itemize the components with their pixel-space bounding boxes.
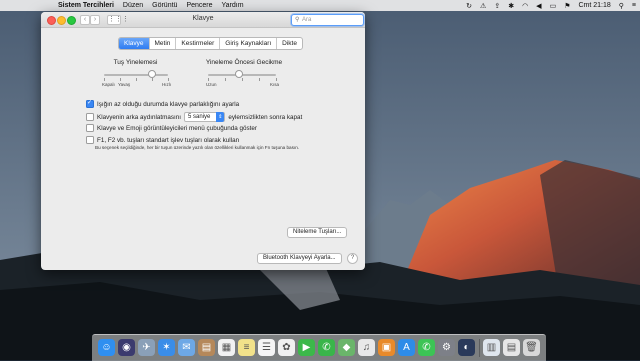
menu-help[interactable]: Yardım bbox=[222, 2, 244, 9]
brightness-checkbox[interactable] bbox=[86, 99, 94, 108]
backlight-option[interactable]: Klavyenin arka aydınlatmasını 5 saniye ⇕… bbox=[86, 112, 302, 122]
emoji-viewer-label: Klavye ve Emoji görüntüleyicileri menü ç… bbox=[97, 124, 257, 132]
search-icon: ⚲ bbox=[295, 17, 300, 23]
key-repeat-label-off: Kapalı bbox=[102, 82, 115, 87]
tab-dictation[interactable]: Dikte bbox=[277, 38, 302, 49]
key-repeat-tick bbox=[168, 78, 169, 81]
fn-keys-checkbox[interactable] bbox=[86, 136, 94, 144]
brightness-label: Işığın az olduğu durumda klavye parlaklı… bbox=[97, 100, 240, 108]
dock-separator bbox=[479, 339, 480, 357]
repeat-delay-label-short: Kısa bbox=[270, 82, 280, 87]
tab-input-sources[interactable]: Giriş Kaynakları bbox=[220, 38, 278, 49]
dock-ibooks-icon[interactable]: ▣ bbox=[378, 339, 395, 356]
window-titlebar: ‹ › ⋮⋮⋮ Klavye ⚲ Ara bbox=[41, 12, 365, 28]
dock-contacts-icon[interactable]: ▤ bbox=[198, 339, 215, 356]
backlight-timeout-value: 5 saniye bbox=[188, 114, 211, 120]
dock-safari-icon[interactable]: ✶ bbox=[158, 339, 175, 356]
bluetooth-keyboard-setup-button[interactable]: Bluetooth Klavyeyi Ayarla... bbox=[257, 253, 342, 264]
key-repeat-tick bbox=[152, 78, 153, 81]
menu-view[interactable]: Görüntü bbox=[152, 2, 177, 9]
alert-icon[interactable]: ⚠ bbox=[480, 2, 486, 10]
help-button[interactable]: ? bbox=[347, 253, 358, 264]
repeat-delay-control: Yineleme Öncesi Gecikme bbox=[204, 59, 284, 66]
repeat-delay-tick bbox=[208, 78, 209, 81]
tab-text[interactable]: Metin bbox=[150, 38, 177, 49]
key-repeat-tick bbox=[104, 78, 105, 81]
key-repeat-slider-knob[interactable] bbox=[148, 70, 156, 78]
key-repeat-label-slow: Yavaş bbox=[118, 82, 131, 87]
emoji-viewer-option[interactable]: Klavye ve Emoji görüntüleyicileri menü ç… bbox=[86, 124, 257, 132]
dock-itunes-icon[interactable]: ♫ bbox=[358, 339, 375, 356]
dock-calendar-icon[interactable]: ▦ bbox=[218, 339, 235, 356]
dock-downloads-icon[interactable]: ▥ bbox=[483, 339, 500, 356]
dock-app-store-icon[interactable]: A bbox=[398, 339, 415, 356]
keyboard-preferences-window: ‹ › ⋮⋮⋮ Klavye ⚲ Ara Klavye Metin Kestir… bbox=[41, 12, 365, 270]
fn-keys-note: Bu seçenek seçildiğinde, her bir tuşun ü… bbox=[95, 145, 300, 150]
spotlight-icon[interactable]: ⚲ bbox=[619, 2, 624, 10]
backlight-checkbox[interactable] bbox=[86, 113, 94, 121]
dock-finder-icon[interactable]: ☺ bbox=[98, 339, 115, 356]
flag-icon[interactable]: ⚑ bbox=[564, 2, 570, 10]
sync-icon[interactable]: ↻ bbox=[466, 2, 472, 10]
chevron-updown-icon: ⇕ bbox=[216, 112, 225, 122]
key-repeat-title: Tuş Yinelemesi bbox=[113, 59, 158, 66]
dock-reminders-icon[interactable]: ☰ bbox=[258, 339, 275, 356]
menu-app-name[interactable]: Sistem Tercihleri bbox=[58, 2, 114, 9]
repeat-delay-tick bbox=[242, 78, 243, 81]
dock-mail-icon[interactable]: ✉ bbox=[178, 339, 195, 356]
dock-notes-icon[interactable]: ≡ bbox=[238, 339, 255, 356]
dock-documents-icon[interactable]: ▤ bbox=[503, 339, 520, 356]
notification-center-icon[interactable]: ≡ bbox=[632, 2, 636, 9]
repeat-delay-label-long: Uzun bbox=[206, 82, 217, 87]
dock-messages-icon[interactable]: ✆ bbox=[318, 339, 335, 356]
dock: ☺ ◉ ✈ ✶ ✉ ▤ ▦ ≡ ☰ ✿ ▶ ✆ ◆ ♫ ▣ A ✆ ⚙ ◐ ▥ ▤ 🗑 bbox=[92, 334, 546, 361]
emoji-viewer-checkbox[interactable] bbox=[86, 124, 94, 132]
menu-bar: Sistem Tercihleri Düzen Görüntü Pencere … bbox=[0, 0, 640, 11]
repeat-delay-title: Yineleme Öncesi Gecikme bbox=[205, 59, 283, 66]
key-repeat-track[interactable] bbox=[104, 74, 168, 76]
dock-quicktime-icon[interactable]: ◐ bbox=[458, 339, 475, 356]
brightness-option[interactable]: Işığın az olduğu durumda klavye parlaklı… bbox=[86, 99, 240, 108]
key-repeat-tick bbox=[136, 78, 137, 81]
menu-clock[interactable]: Cmt 21:18 bbox=[578, 2, 610, 9]
dock-photos-icon[interactable]: ✿ bbox=[278, 339, 295, 356]
search-input[interactable]: ⚲ Ara bbox=[291, 14, 364, 26]
menu-window[interactable]: Pencere bbox=[186, 2, 212, 9]
menu-edit[interactable]: Düzen bbox=[123, 2, 143, 9]
bluetooth-icon[interactable]: ✱ bbox=[508, 2, 514, 10]
repeat-delay-slider-knob[interactable] bbox=[234, 70, 243, 78]
tab-bar: Klavye Metin Kestirmeler Giriş Kaynaklar… bbox=[118, 37, 303, 50]
key-repeat-tick bbox=[120, 78, 121, 81]
search-placeholder: Ara bbox=[302, 17, 312, 23]
volume-icon[interactable]: ◀ bbox=[536, 2, 541, 10]
dock-whatsapp-icon[interactable]: ✆ bbox=[418, 339, 435, 356]
backlight-label-pre: Klavyenin arka aydınlatmasını bbox=[97, 113, 182, 121]
repeat-delay-tick bbox=[276, 78, 277, 81]
status-area: ↻ ⚠ ⇪ ✱ ◠ ◀ ▭ ⚑ Cmt 21:18 ⚲ ≡ bbox=[466, 0, 640, 11]
fn-keys-option[interactable]: F1, F2 vb. tuşları standart işlev tuşlar… bbox=[86, 136, 239, 144]
key-repeat-control: Tuş Yinelemesi bbox=[103, 59, 168, 66]
dock-launchpad-icon[interactable]: ✈ bbox=[138, 339, 155, 356]
dock-siri-icon[interactable]: ◉ bbox=[118, 339, 135, 356]
tab-keyboard[interactable]: Klavye bbox=[119, 38, 150, 49]
repeat-delay-tick bbox=[225, 78, 226, 81]
fn-keys-label: F1, F2 vb. tuşları standart işlev tuşlar… bbox=[97, 136, 240, 144]
backlight-label-post: eylemsizlikten sonra kapat bbox=[228, 113, 303, 121]
repeat-delay-tick bbox=[259, 78, 260, 81]
wifi-icon[interactable]: ◠ bbox=[522, 2, 528, 10]
modifier-keys-button[interactable]: Niteleme Tuşları... bbox=[287, 227, 348, 238]
tab-shortcuts[interactable]: Kestirmeler bbox=[176, 38, 221, 49]
backlight-timeout-select[interactable]: 5 saniye ⇕ bbox=[184, 112, 226, 122]
dock-facetime-icon[interactable]: ▶ bbox=[298, 339, 315, 356]
dock-maps-icon[interactable]: ◆ bbox=[338, 339, 355, 356]
dock-trash-icon[interactable]: 🗑 bbox=[523, 339, 540, 356]
upload-icon[interactable]: ⇪ bbox=[494, 2, 500, 10]
dock-system-preferences-icon[interactable]: ⚙ bbox=[438, 339, 455, 356]
key-repeat-label-fast: Hızlı bbox=[162, 82, 171, 87]
battery-icon[interactable]: ▭ bbox=[550, 2, 557, 10]
